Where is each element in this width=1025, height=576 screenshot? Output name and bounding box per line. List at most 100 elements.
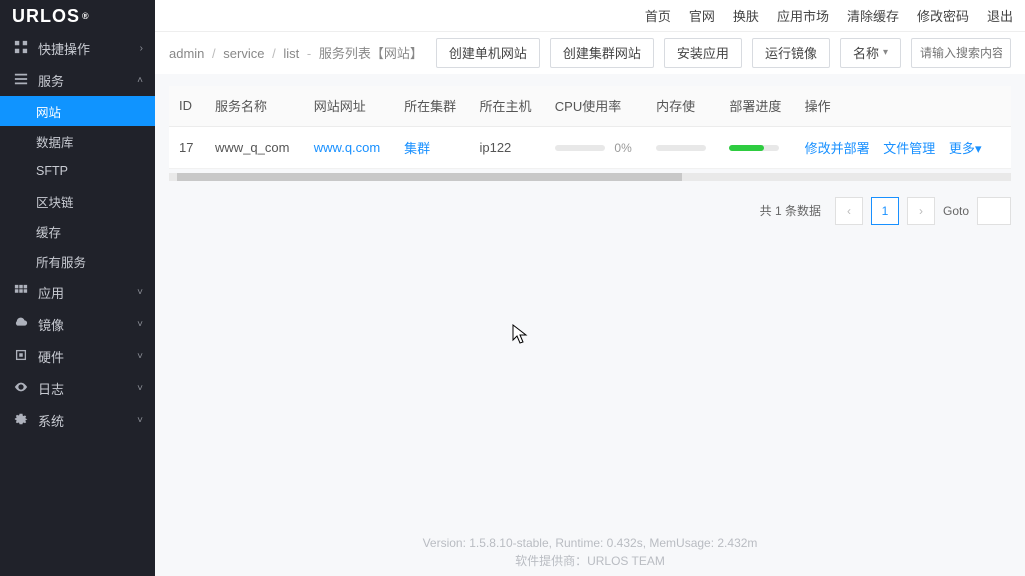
crumb-3[interactable]: list bbox=[283, 46, 299, 61]
crumb-title: 服务列表【网站】 bbox=[319, 46, 423, 61]
th-deploy: 部署进度 bbox=[719, 86, 794, 126]
pager-prev[interactable]: ‹ bbox=[835, 197, 863, 225]
footer-line2: 软件提供商：URLOS TEAM bbox=[515, 552, 665, 569]
cpu-value: 0% bbox=[614, 141, 631, 155]
grid-icon bbox=[12, 40, 30, 57]
mem-progress bbox=[656, 145, 706, 151]
nav-item-label: 网站 bbox=[36, 102, 61, 121]
topnav-skin[interactable]: 换肤 bbox=[733, 6, 759, 25]
topnav-official[interactable]: 官网 bbox=[689, 6, 715, 25]
pager-goto-label: Goto bbox=[943, 204, 969, 218]
pager-goto-input[interactable] bbox=[977, 197, 1011, 225]
nav-item-blockchain[interactable]: 区块链 bbox=[0, 186, 155, 216]
toolbar: admin / service / list - 服务列表【网站】 创建单机网站… bbox=[155, 32, 1025, 74]
crumb-sep: / bbox=[272, 46, 276, 61]
gear-icon bbox=[12, 412, 30, 429]
cloud-icon bbox=[12, 316, 30, 333]
chevron-down-icon: ˅ bbox=[137, 319, 143, 330]
crumb-sep: - bbox=[307, 46, 315, 61]
btn-label: 创建集群网站 bbox=[563, 43, 641, 62]
breadcrumb: admin / service / list - 服务列表【网站】 bbox=[169, 43, 426, 62]
nav-label: 快捷操作 bbox=[38, 39, 140, 58]
eye-icon bbox=[12, 380, 30, 397]
table-header-row: ID 服务名称 网站网址 所在集群 所在主机 CPU使用率 内存使 部署进度 操… bbox=[169, 86, 1011, 126]
nav-label: 系统 bbox=[38, 411, 137, 430]
topnav-password[interactable]: 修改密码 bbox=[917, 6, 969, 25]
btn-label: 运行镜像 bbox=[765, 43, 817, 62]
nav-item-sftp[interactable]: SFTP bbox=[0, 156, 155, 186]
pager-info: 共 1 条数据 bbox=[760, 202, 821, 219]
sidebar: URLOS® 快捷操作 › 服务 ˄ 网站 数据库 SFTP 区块链 缓存 所有… bbox=[0, 0, 155, 576]
cluster-link[interactable]: 集群 bbox=[404, 141, 430, 156]
horizontal-scrollbar[interactable] bbox=[169, 173, 1011, 181]
btn-label: 名称 bbox=[853, 43, 879, 62]
topnav-logout[interactable]: 退出 bbox=[987, 6, 1013, 25]
cell-name: www_q_com bbox=[205, 126, 304, 168]
cursor-icon bbox=[512, 324, 528, 349]
action-more[interactable]: 更多▾ bbox=[949, 141, 982, 156]
nav-group-images[interactable]: 镜像 ˅ bbox=[0, 308, 155, 340]
nav-item-cache[interactable]: 缓存 bbox=[0, 216, 155, 246]
cell-mem bbox=[646, 126, 719, 168]
nav-group-apps[interactable]: 应用 ˅ bbox=[0, 276, 155, 308]
nav-item-label: 所有服务 bbox=[36, 252, 86, 271]
nav-item-all[interactable]: 所有服务 bbox=[0, 246, 155, 276]
th-id: ID bbox=[169, 86, 205, 126]
nav-label: 应用 bbox=[38, 283, 137, 302]
nav-sub-service: 网站 数据库 SFTP 区块链 缓存 所有服务 bbox=[0, 96, 155, 276]
btn-label: 安装应用 bbox=[677, 43, 729, 62]
create-cluster-button[interactable]: 创建集群网站 bbox=[550, 38, 654, 68]
nav-item-website[interactable]: 网站 bbox=[0, 96, 155, 126]
run-image-button[interactable]: 运行镜像 bbox=[752, 38, 830, 68]
service-table: ID 服务名称 网站网址 所在集群 所在主机 CPU使用率 内存使 部署进度 操… bbox=[169, 86, 1011, 169]
crumb-2[interactable]: service bbox=[223, 46, 264, 61]
action-file-manage[interactable]: 文件管理 bbox=[883, 141, 935, 156]
main-column: 首页 官网 换肤 应用市场 清除缓存 修改密码 退出 admin / servi… bbox=[155, 0, 1025, 576]
action-edit-deploy[interactable]: 修改并部署 bbox=[805, 141, 870, 156]
cell-url: www.q.com bbox=[304, 126, 394, 168]
brand-logo: URLOS® bbox=[0, 0, 155, 32]
cell-cpu: 0% bbox=[545, 126, 646, 168]
crumb-1[interactable]: admin bbox=[169, 46, 204, 61]
cell-id: 17 bbox=[169, 126, 205, 168]
nav-item-label: 数据库 bbox=[36, 132, 74, 151]
chevron-up-icon: ˄ bbox=[137, 75, 143, 86]
nav-group-quick[interactable]: 快捷操作 › bbox=[0, 32, 155, 64]
table-row: 17 www_q_com www.q.com 集群 ip122 0% bbox=[169, 126, 1011, 168]
pager-next[interactable]: › bbox=[907, 197, 935, 225]
nav-label: 硬件 bbox=[38, 347, 137, 366]
topnav-home[interactable]: 首页 bbox=[645, 6, 671, 25]
topnav-clearcache[interactable]: 清除缓存 bbox=[847, 6, 899, 25]
brand-reg: ® bbox=[82, 11, 90, 21]
nav-item-database[interactable]: 数据库 bbox=[0, 126, 155, 156]
th-mem: 内存使 bbox=[646, 86, 719, 126]
nav-group-hardware[interactable]: 硬件 ˅ bbox=[0, 340, 155, 372]
apps-icon bbox=[12, 284, 30, 301]
brand-name: URLOS bbox=[12, 6, 80, 27]
content: ID 服务名称 网站网址 所在集群 所在主机 CPU使用率 内存使 部署进度 操… bbox=[155, 74, 1025, 528]
chevron-right-icon: › bbox=[140, 43, 143, 54]
th-host: 所在主机 bbox=[469, 86, 544, 126]
nav-group-service[interactable]: 服务 ˄ bbox=[0, 64, 155, 96]
th-cpu: CPU使用率 bbox=[545, 86, 646, 126]
topnav-market[interactable]: 应用市场 bbox=[777, 6, 829, 25]
sort-dropdown[interactable]: 名称 ▾ bbox=[840, 38, 901, 68]
pager-page-1[interactable]: 1 bbox=[871, 197, 899, 225]
crumb-sep: / bbox=[212, 46, 216, 61]
th-name: 服务名称 bbox=[205, 86, 304, 126]
chevron-down-icon: ˅ bbox=[137, 383, 143, 394]
website-link[interactable]: www.q.com bbox=[314, 140, 380, 155]
search-input[interactable] bbox=[911, 38, 1011, 68]
nav-label: 服务 bbox=[38, 71, 137, 90]
install-app-button[interactable]: 安装应用 bbox=[664, 38, 742, 68]
chevron-down-icon: ▾ bbox=[975, 141, 982, 156]
nav-label: 日志 bbox=[38, 379, 137, 398]
nav-group-system[interactable]: 系统 ˅ bbox=[0, 404, 155, 436]
footer-line1: Version: 1.5.8.10-stable, Runtime: 0.432… bbox=[423, 536, 758, 550]
th-url: 网站网址 bbox=[304, 86, 394, 126]
nav-group-logs[interactable]: 日志 ˅ bbox=[0, 372, 155, 404]
action-more-label: 更多 bbox=[949, 141, 975, 156]
footer: Version: 1.5.8.10-stable, Runtime: 0.432… bbox=[155, 528, 1025, 576]
th-actions: 操作 bbox=[795, 86, 1011, 126]
create-single-button[interactable]: 创建单机网站 bbox=[436, 38, 540, 68]
